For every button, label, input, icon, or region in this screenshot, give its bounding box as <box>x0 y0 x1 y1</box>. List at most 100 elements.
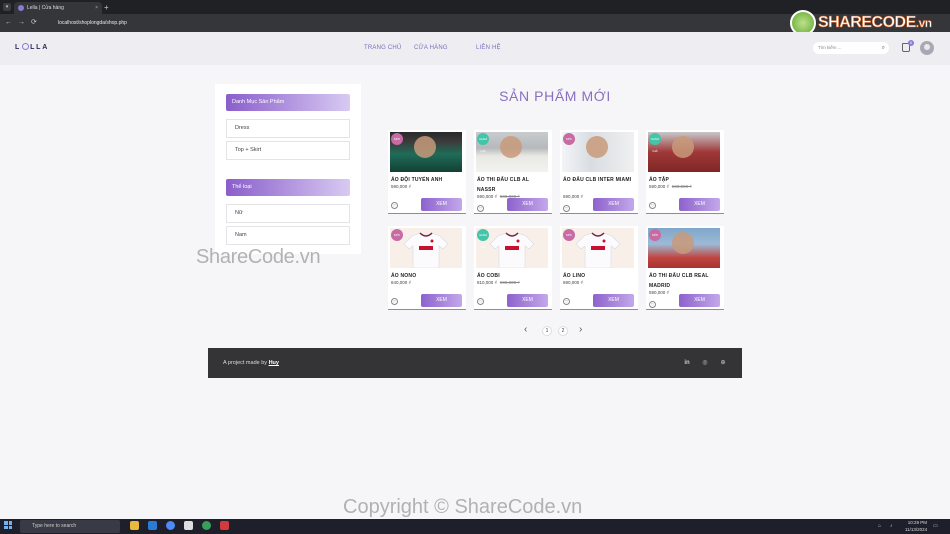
wishlist-icon[interactable]: ♡ <box>477 298 484 305</box>
view-button[interactable]: XEM <box>679 294 720 307</box>
forward-button[interactable]: → <box>18 14 25 32</box>
tab-title: Lella | Cửa hàng <box>27 5 64 11</box>
product-price: 590,000 ₫ <box>649 290 669 295</box>
page-2-button[interactable]: 2 <box>558 326 568 336</box>
product-card[interactable]: GIẢM GIÁ ÁO COBI 810,000 ₫ 900,000 ₫ ♡ XEM <box>474 226 552 310</box>
product-badge: GIẢM GIÁ <box>477 229 489 249</box>
taskbar-search[interactable]: Type here to search <box>20 520 120 533</box>
next-page-button[interactable]: › <box>579 324 582 336</box>
product-badge: MỚI <box>391 133 403 145</box>
clock-time: 10:29 PM <box>907 520 927 525</box>
player-head <box>414 136 436 158</box>
categories-heading: Danh Mục Sản Phẩm <box>226 94 350 111</box>
product-badge: MỚI <box>391 229 403 241</box>
product-card[interactable]: MỚI ÁO NONO 840,000 ₫ ♡ XEM <box>388 226 466 310</box>
site-logo[interactable]: L LLA <box>15 43 49 51</box>
wishlist-icon[interactable]: ♡ <box>391 202 398 209</box>
file-explorer-icon[interactable] <box>130 521 139 530</box>
user-avatar[interactable] <box>920 41 934 55</box>
linkedin-icon[interactable]: in <box>683 359 691 367</box>
product-badge: GIẢM GIÁ <box>477 133 489 153</box>
view-button[interactable]: XEM <box>507 198 548 211</box>
product-price-row: 590,000 ₫ <box>649 290 669 295</box>
search-placeholder: Tìm kiếm ... <box>818 45 842 50</box>
logo-letter: L <box>15 44 22 51</box>
watermark-copyright: Copyright © ShareCode.vn <box>343 496 583 518</box>
new-tab-button[interactable]: + <box>104 2 109 14</box>
wishlist-icon[interactable]: ♡ <box>563 298 570 305</box>
dribbble-icon[interactable]: ◎ <box>701 359 709 367</box>
product-card[interactable]: GIẢM GIÁ ÁO THI ĐẤU CLB AL NASSR 590,000 ₫… <box>474 130 552 214</box>
product-card[interactable]: MỚI ÁO THI ĐẤU CLB REAL MADRID 590,000 ₫ ♡ X… <box>646 226 724 310</box>
url-field[interactable]: localhost/shoplongda/shop.php <box>52 17 352 29</box>
product-card[interactable]: MỚI ÁO LINO 690,000 ₫ ♡ XEM <box>560 226 638 310</box>
close-tab-icon[interactable]: × <box>95 2 98 14</box>
app-icon-3[interactable] <box>220 521 229 530</box>
product-badge: MỚI <box>563 229 575 241</box>
volume-icon[interactable]: ♪ <box>890 523 893 529</box>
product-card[interactable]: MỚI ÁO ĐỘI TUYỂN ANH 590,000 ₫ ♡ XEM <box>388 130 466 214</box>
product-old-price: 500,000 ₫ <box>671 184 692 189</box>
player-head <box>672 232 694 254</box>
search-icon[interactable]: ⌕ <box>882 42 885 54</box>
product-card[interactable]: MỚI ÁO ĐẤU CLB INTER MIAMI 590,000 ₫ ♡ XEM <box>560 130 638 214</box>
player-head <box>672 136 694 158</box>
view-button[interactable]: XEM <box>421 294 462 307</box>
footer-author-link[interactable]: Huy <box>269 360 279 366</box>
watermark-center: ShareCode.vn <box>196 246 321 268</box>
taskbar <box>0 519 950 534</box>
view-button[interactable]: XEM <box>421 198 462 211</box>
product-name[interactable]: ÁO ĐẤU CLB INTER MIAMI <box>563 175 635 185</box>
vscode-icon[interactable] <box>148 521 157 530</box>
notification-icon[interactable]: ▭ <box>933 523 938 529</box>
network-icon[interactable]: ⌂ <box>878 523 881 529</box>
wishlist-icon[interactable]: ♡ <box>563 205 570 212</box>
product-badge: MỚI <box>649 229 661 241</box>
reload-button[interactable]: ⟳ <box>31 14 37 32</box>
player-head <box>500 136 522 158</box>
app-icon-2[interactable] <box>202 521 211 530</box>
view-button[interactable]: XEM <box>593 198 634 211</box>
wishlist-icon[interactable]: ♡ <box>649 301 656 308</box>
globe-icon[interactable]: ⊕ <box>719 359 727 367</box>
app-icon[interactable] <box>184 521 193 530</box>
player-head <box>586 136 608 158</box>
type-item-female[interactable]: Nữ <box>226 204 350 223</box>
product-price: 590,000 ₫ <box>477 194 497 199</box>
product-price-row: 810,000 ₫ 900,000 ₫ <box>477 280 520 285</box>
product-badge: MỚI <box>563 133 575 145</box>
type-item-male[interactable]: Nam <box>226 226 350 245</box>
view-button[interactable]: XEM <box>593 294 634 307</box>
windows-start-icon[interactable] <box>4 521 12 529</box>
search-input[interactable]: Tìm kiếm ... ⌕ <box>813 42 889 54</box>
product-price: 690,000 ₫ <box>563 280 583 285</box>
product-old-price: 900,000 ₫ <box>499 280 520 285</box>
category-item-dress[interactable]: Dress <box>226 119 350 138</box>
back-button[interactable]: ← <box>5 14 12 32</box>
wishlist-icon[interactable]: ♡ <box>477 205 484 212</box>
nav-shop[interactable]: CỬA HÀNG <box>414 45 448 51</box>
wishlist-icon[interactable]: ♡ <box>649 202 656 209</box>
wishlist-icon[interactable]: ♡ <box>391 298 398 305</box>
page-1-button[interactable]: 1 <box>542 326 552 336</box>
chrome-icon[interactable] <box>166 521 175 530</box>
favicon-icon <box>18 5 24 11</box>
product-price: 590,000 ₫ <box>563 194 583 199</box>
product-name[interactable]: ÁO THI ĐẤU CLB AL NASSR <box>477 175 549 195</box>
product-price-row: 690,000 ₫ <box>563 280 583 285</box>
tab-search-icon[interactable]: ▾ <box>3 3 11 11</box>
category-item-top-skirt[interactable]: Top + Skirt <box>226 141 350 160</box>
taskbar-clock[interactable]: 10:29 PM 11/13/2024 <box>905 519 927 533</box>
footer-credit: A project made by Huy <box>223 360 279 366</box>
product-card[interactable]: GIẢM GIÁ ÁO TẬP 590,000 ₫ 500,000 ₫ ♡ XEM <box>646 130 724 214</box>
view-button[interactable]: XEM <box>507 294 548 307</box>
logo-letters: LLA <box>30 44 50 51</box>
prev-page-button[interactable]: ‹ <box>524 324 527 336</box>
browser-tab[interactable]: Lella | Cửa hàng × <box>14 2 102 14</box>
logo-text: SHARECODE <box>818 14 917 32</box>
nav-home[interactable]: TRANG CHỦ <box>364 45 401 51</box>
view-button[interactable]: XEM <box>679 198 720 211</box>
product-price-row: 840,000 ₫ <box>391 280 411 285</box>
nav-contact[interactable]: LIÊN HỆ <box>476 45 501 51</box>
product-name[interactable]: ÁO THI ĐẤU CLB REAL MADRID <box>649 271 721 291</box>
